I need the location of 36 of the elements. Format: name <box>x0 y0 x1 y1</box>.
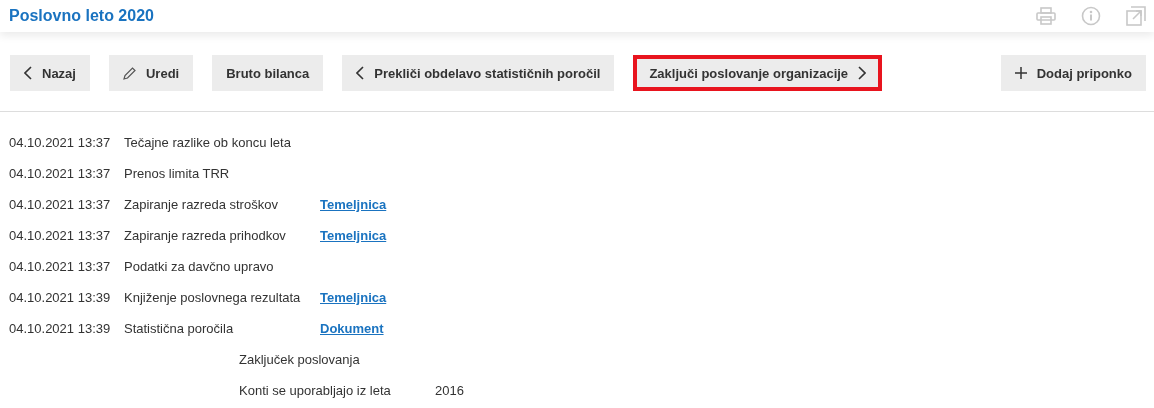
toolbar-button[interactable]: Uredi <box>108 55 194 91</box>
log-task: Konti se uporabljajo iz leta <box>239 383 392 398</box>
log-time: 04.10.2021 13:37 <box>9 166 112 181</box>
log-time: 04.10.2021 13:39 <box>9 321 112 336</box>
log-task: Knjiženje poslovnega rezultata <box>124 290 302 305</box>
log-time: 04.10.2021 13:37 <box>9 135 112 150</box>
info-icon[interactable] <box>1081 6 1101 26</box>
toolbar-button[interactable]: Zaključi poslovanje organizacije <box>633 55 883 91</box>
log-task: Zaključek poslovanja <box>239 352 361 367</box>
toolbar-button[interactable]: Bruto bilanca <box>212 55 324 91</box>
chevron-right-icon <box>858 66 867 80</box>
chevron-left-icon <box>356 66 365 80</box>
log-value: 2016 <box>435 383 464 398</box>
document-link[interactable]: Temeljnica <box>320 290 387 305</box>
document-link[interactable]: Temeljnica <box>320 228 387 243</box>
chevron-left-icon <box>24 66 32 80</box>
print-icon[interactable] <box>1036 7 1056 25</box>
log-time: 04.10.2021 13:37 <box>9 228 112 243</box>
external-window-icon[interactable] <box>1126 6 1146 26</box>
page-title: Poslovno leto 2020 <box>9 7 154 25</box>
log-time: 04.10.2021 13:37 <box>9 197 112 212</box>
document-link[interactable]: Temeljnica <box>320 197 387 212</box>
pencil-icon <box>122 66 136 80</box>
log-task: Zapiranje razreda stroškov <box>124 197 279 212</box>
log-task: Statistična poročila <box>124 321 235 336</box>
log-time: 04.10.2021 13:37 <box>9 259 112 274</box>
log-task: Podatki za davčno upravo <box>124 259 275 274</box>
toolbar-button[interactable]: Nazaj <box>10 55 90 91</box>
toolbar-button[interactable]: Prekliči obdelavo statističnih poročil <box>342 55 615 91</box>
log-time: 04.10.2021 13:39 <box>9 290 112 305</box>
document-link[interactable]: Dokument <box>320 321 384 336</box>
log-task: Prenos limita TRR <box>124 166 231 181</box>
plus-icon <box>1014 67 1027 79</box>
toolbar-button[interactable]: Dodaj priponko <box>1000 55 1146 91</box>
log-task: Zapiranje razreda prihodkov <box>124 228 287 243</box>
log-task: Tečajne razlike ob koncu leta <box>124 135 292 150</box>
